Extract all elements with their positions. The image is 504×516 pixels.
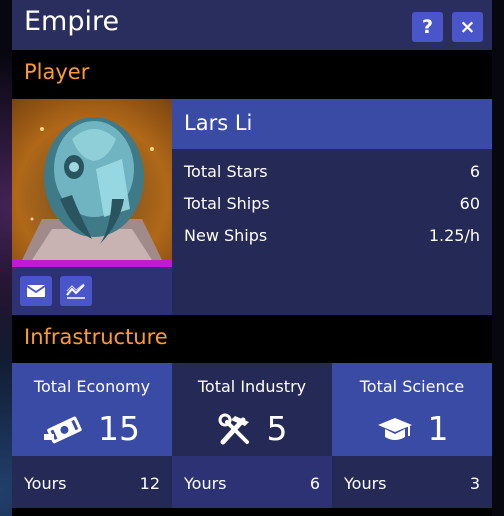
yours-label: Yours — [184, 474, 227, 493]
window-title: Empire — [24, 6, 120, 37]
economy-yours-row: Yours 12 — [12, 456, 172, 508]
player-name: Lars Li — [184, 111, 253, 135]
stat-label: Total Stars — [184, 162, 268, 181]
industry-yours-row: Yours 6 — [172, 456, 332, 508]
stat-value: 6 — [469, 162, 480, 181]
economy-title: Total Economy — [33, 377, 151, 396]
industry-total: 5 — [172, 409, 332, 448]
help-button[interactable]: ? — [412, 12, 443, 42]
player-stats: Total Stars 6 Total Ships 60 New Ships 1… — [172, 149, 492, 315]
stat-label: New Ships — [184, 226, 268, 245]
tools-icon — [218, 413, 249, 444]
science-total: 1 — [332, 409, 492, 448]
science-value: 1 — [427, 409, 449, 448]
message-button[interactable] — [20, 276, 52, 306]
economy-value: 15 — [98, 409, 140, 448]
science-yours-row: Yours 3 — [332, 456, 492, 508]
infrastructure-section-header: Infrastructure — [12, 315, 492, 363]
player-name-bar: Lars Li — [172, 99, 492, 149]
science-title: Total Science — [359, 377, 465, 396]
envelope-icon — [26, 285, 46, 297]
infrastructure-section-title: Infrastructure — [24, 325, 168, 349]
money-icon — [44, 416, 82, 443]
science-card: Total Science 1 — [332, 363, 492, 456]
line-chart-icon — [66, 283, 85, 299]
stat-value: 60 — [459, 194, 480, 213]
yours-value: 3 — [469, 474, 480, 493]
help-button-label: ? — [421, 16, 434, 38]
economy-total: 15 — [12, 409, 172, 448]
graduation-cap-icon — [377, 417, 412, 440]
close-button[interactable]: × — [452, 12, 483, 42]
close-icon: × — [459, 16, 476, 38]
stat-label: Total Ships — [184, 194, 270, 213]
stat-row-total-ships: Total Ships 60 — [184, 194, 480, 218]
yours-label: Yours — [344, 474, 387, 493]
industry-title: Total Industry — [197, 377, 307, 396]
industry-value: 5 — [266, 409, 288, 448]
stat-row-total-stars: Total Stars 6 — [184, 162, 480, 186]
stats-chart-button[interactable] — [60, 276, 92, 306]
player-section-header: Player — [12, 50, 492, 96]
industry-card: Total Industry 5 — [172, 363, 332, 456]
title-bar: Empire ? × — [12, 0, 492, 50]
economy-card: Total Economy 15 — [12, 363, 172, 456]
yours-value: 12 — [139, 474, 160, 493]
yours-label: Yours — [24, 474, 67, 493]
stat-row-new-ships: New Ships 1.25/h — [184, 226, 480, 250]
yours-value: 6 — [309, 474, 320, 493]
player-actions — [12, 267, 172, 315]
alien-portrait-image — [22, 117, 162, 260]
player-color-stripe — [12, 260, 172, 267]
player-section-title: Player — [24, 60, 90, 84]
player-avatar — [12, 99, 172, 260]
stat-value: 1.25/h — [428, 226, 480, 245]
